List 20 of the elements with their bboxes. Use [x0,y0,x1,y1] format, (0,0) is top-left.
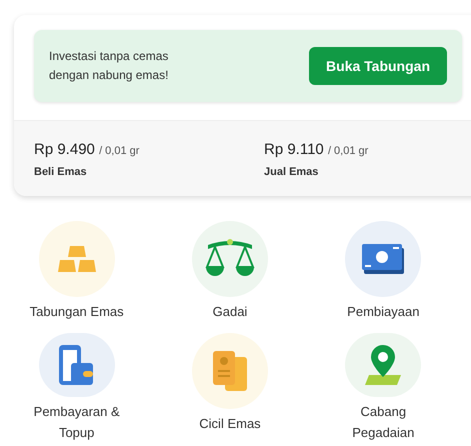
menu-item[interactable]: Gadai [153,221,307,331]
price-label: Beli Emas [34,164,88,180]
ingots-icon [56,244,97,274]
price-text: Rp 9.110 / 0,01 gr [264,140,370,160]
menu-item[interactable]: Pembiayaan [306,221,460,331]
menu-label: Gadai [212,303,248,321]
menu-item[interactable]: Tabungan Emas [0,221,154,331]
menu-label: Pembayaran & Topup [32,403,121,442]
price-text: Rp 9.490 / 0,01 gr [34,140,140,160]
menu-item[interactable]: Cicil Emas [153,333,307,443]
menu-label: Tabungan Emas [28,303,125,321]
price-label: Jual Emas [264,164,320,180]
menu-item[interactable]: Pembayaran & Topup [0,333,154,443]
open-savings-button[interactable]: Buka Tabungan [309,47,447,85]
promo-text: Investasi tanpa cemas dengan nabung emas! [49,48,170,84]
menu-label: Cabang Pegadaian [351,403,416,442]
banknote-icon [360,242,406,276]
menu-item[interactable]: Cabang Pegadaian [306,333,460,443]
menu-label: Pembiayaan [346,303,420,321]
menu-label: Cicil Emas [198,415,262,433]
